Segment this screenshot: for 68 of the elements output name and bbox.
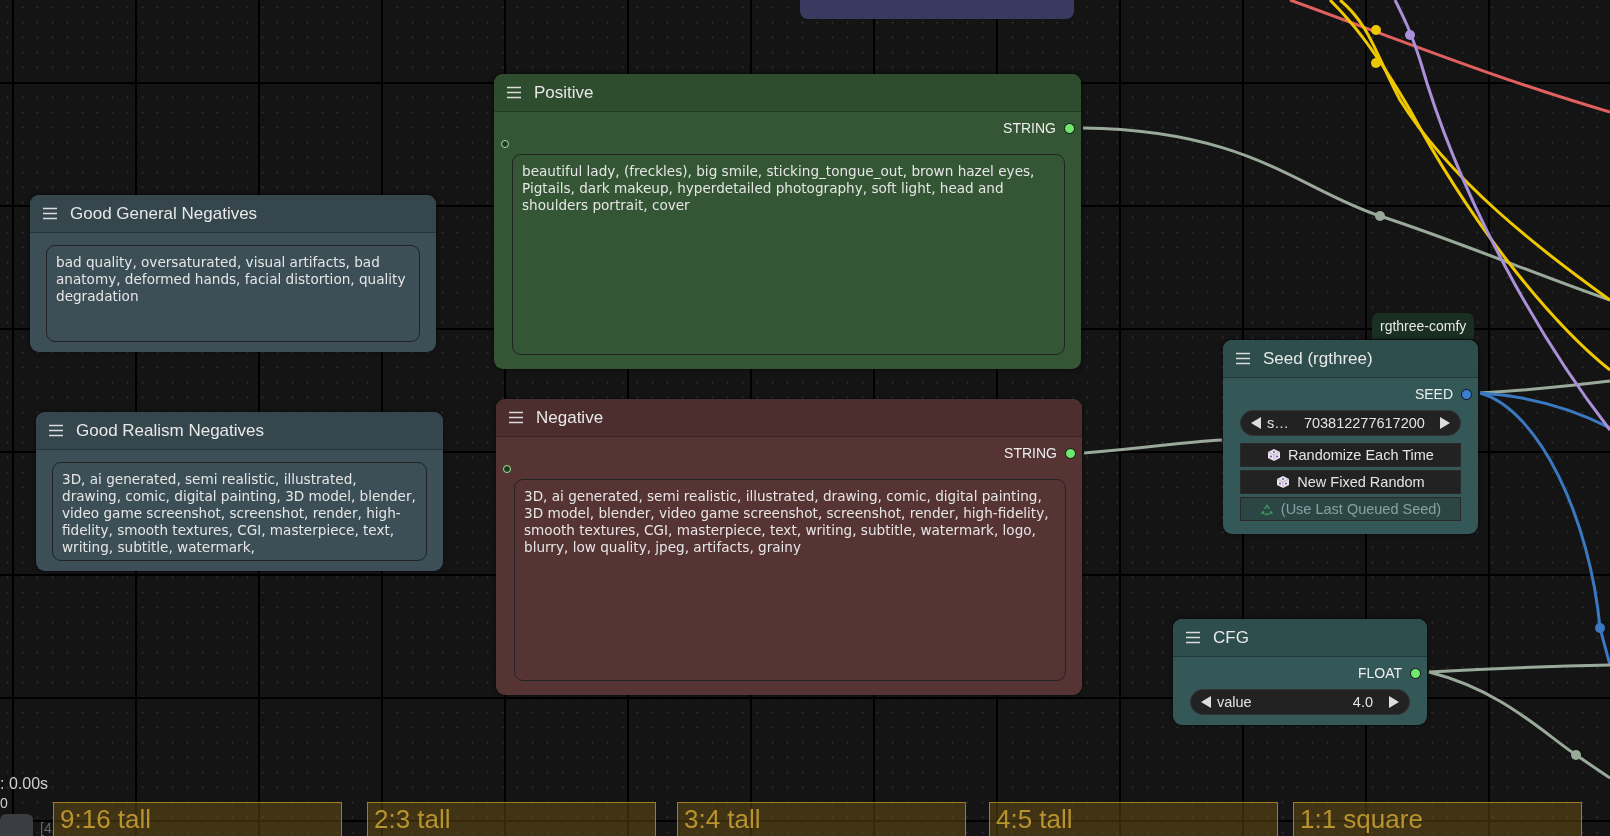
node-header[interactable]: Positive: [494, 74, 1081, 112]
seed-button[interactable]: New Fixed Random: [1240, 470, 1461, 494]
input-slot[interactable]: [503, 465, 511, 473]
input-slot[interactable]: [501, 140, 509, 148]
dice-icon: [1267, 448, 1282, 462]
output-label: STRING: [1003, 120, 1056, 136]
node-card[interactable]: Good General Negatives bad quality, oversaturated, visual artifacts, bad anatomy, deformed hands, facial distortion, quality degradation: [30, 195, 436, 352]
menu-icon[interactable]: [1235, 352, 1251, 365]
node-title: Good General Negatives: [70, 203, 258, 224]
reroute-dot[interactable]: [1375, 211, 1385, 221]
node-title: Good Realism Negatives: [76, 420, 265, 441]
output-label: SEED: [1414, 386, 1453, 402]
group-title: 3:4 tall: [684, 804, 761, 834]
group-title: 9:16 tall: [60, 804, 152, 834]
menu-icon[interactable]: [506, 86, 522, 99]
node-header[interactable]: Seed (rgthree): [1223, 340, 1478, 378]
node-header[interactable]: CFG: [1173, 619, 1427, 657]
node-title: Seed (rgthree): [1263, 348, 1373, 369]
menu-icon[interactable]: [508, 411, 524, 424]
group-frame[interactable]: 4:5 tall: [989, 802, 1278, 836]
group-frame[interactable]: 9:16 tall: [53, 802, 342, 836]
group-title: 4:5 tall: [996, 804, 1073, 834]
node-header[interactable]: Good General Negatives: [30, 195, 436, 233]
increment-arrow-icon[interactable]: [1440, 417, 1450, 429]
decrement-arrow-icon[interactable]: [1201, 696, 1211, 708]
output-dot[interactable]: [1064, 122, 1075, 134]
reroute-dot[interactable]: [1595, 623, 1605, 633]
output-dot[interactable]: [1065, 447, 1076, 459]
group-title: 2:3 tall: [374, 804, 451, 834]
group-title: 1:1 square: [1300, 804, 1423, 834]
node-card[interactable]: [36, 412, 443, 571]
menu-icon[interactable]: [42, 207, 58, 220]
node-card[interactable]: CFG FLOAT value 4.0: [1173, 619, 1427, 725]
seed-button[interactable]: Randomize Each Time: [1240, 443, 1461, 467]
reroute-dot[interactable]: [1371, 25, 1381, 35]
group-frame[interactable]: 2:3 tall: [367, 802, 656, 836]
reroute-dot[interactable]: [1371, 58, 1381, 68]
reroute-dot[interactable]: [1571, 750, 1581, 760]
output-dot[interactable]: [1461, 388, 1472, 400]
output-label: STRING: [1004, 445, 1057, 461]
execution-time: : 0.00s: [0, 775, 49, 793]
group-frame[interactable]: 3:4 tall: [677, 802, 966, 836]
node-card[interactable]: Positive STRING beautiful lady, (freckles), big smile, sticking_tongue_out, brown hazel eyes, Pigtails, dark makeup, hyperdetailed photography, soft light, head and shoulders portrait, cover: [494, 74, 1081, 369]
node-header[interactable]: Negative: [496, 399, 1082, 437]
recycle-icon: [1259, 502, 1274, 516]
node-title: Positive: [534, 82, 594, 103]
prompt-textarea[interactable]: beautiful lady, (freckles), big smile, sticking_tongue_out, brown hazel eyes, Pigtails, dark makeup, hyperdetailed photography, soft light, head and shoulders portrait, cover: [512, 154, 1065, 355]
output-dot[interactable]: [1410, 667, 1421, 679]
prompt-textarea[interactable]: bad quality, oversaturated, visual artifacts, bad anatomy, deformed hands, facial distortion, quality degradation: [46, 245, 420, 342]
node-card[interactable]: [496, 399, 1082, 695]
node-badge: rgthree-comfy: [1372, 313, 1475, 339]
node-header[interactable]: Good Realism Negatives: [36, 412, 443, 450]
dice-icon: [1276, 475, 1291, 489]
decrement-arrow-icon[interactable]: [1251, 417, 1261, 429]
node-title: CFG: [1213, 627, 1249, 648]
node-title: Negative: [536, 407, 604, 428]
menu-icon[interactable]: [48, 424, 64, 437]
increment-arrow-icon[interactable]: [1389, 696, 1399, 708]
queue-count: 0: [0, 795, 8, 811]
prompt-textarea[interactable]: 3D, ai generated, semi realistic, illustrated, drawing, comic, digital painting, 3D model, blender, video game screenshot, screenshot, render, high-fidelity, smooth textures, CGI, masterpiece, text, writing, subtitle, watermark,: [52, 462, 427, 561]
output-label: FLOAT: [1357, 665, 1402, 681]
menu-icon[interactable]: [1185, 631, 1201, 644]
queue-label: [4: [40, 820, 52, 836]
prompt-textarea[interactable]: 3D, ai generated, semi realistic, illustrated, drawing, comic, digital painting, 3D model, blender, video game screenshot, screenshot, render, high-fidelity, smooth textures, CGI, masterpiece, text, writing, subtitle, watermark, logo, blurry, low quality, jpeg, artifacts, grainy: [514, 479, 1066, 681]
group-frame[interactable]: 1:1 square: [1293, 802, 1582, 836]
value-field[interactable]: value 4.0: [1190, 689, 1410, 715]
reroute-dot[interactable]: [1405, 30, 1415, 40]
seed-field[interactable]: s… 703812277617200: [1240, 410, 1461, 436]
